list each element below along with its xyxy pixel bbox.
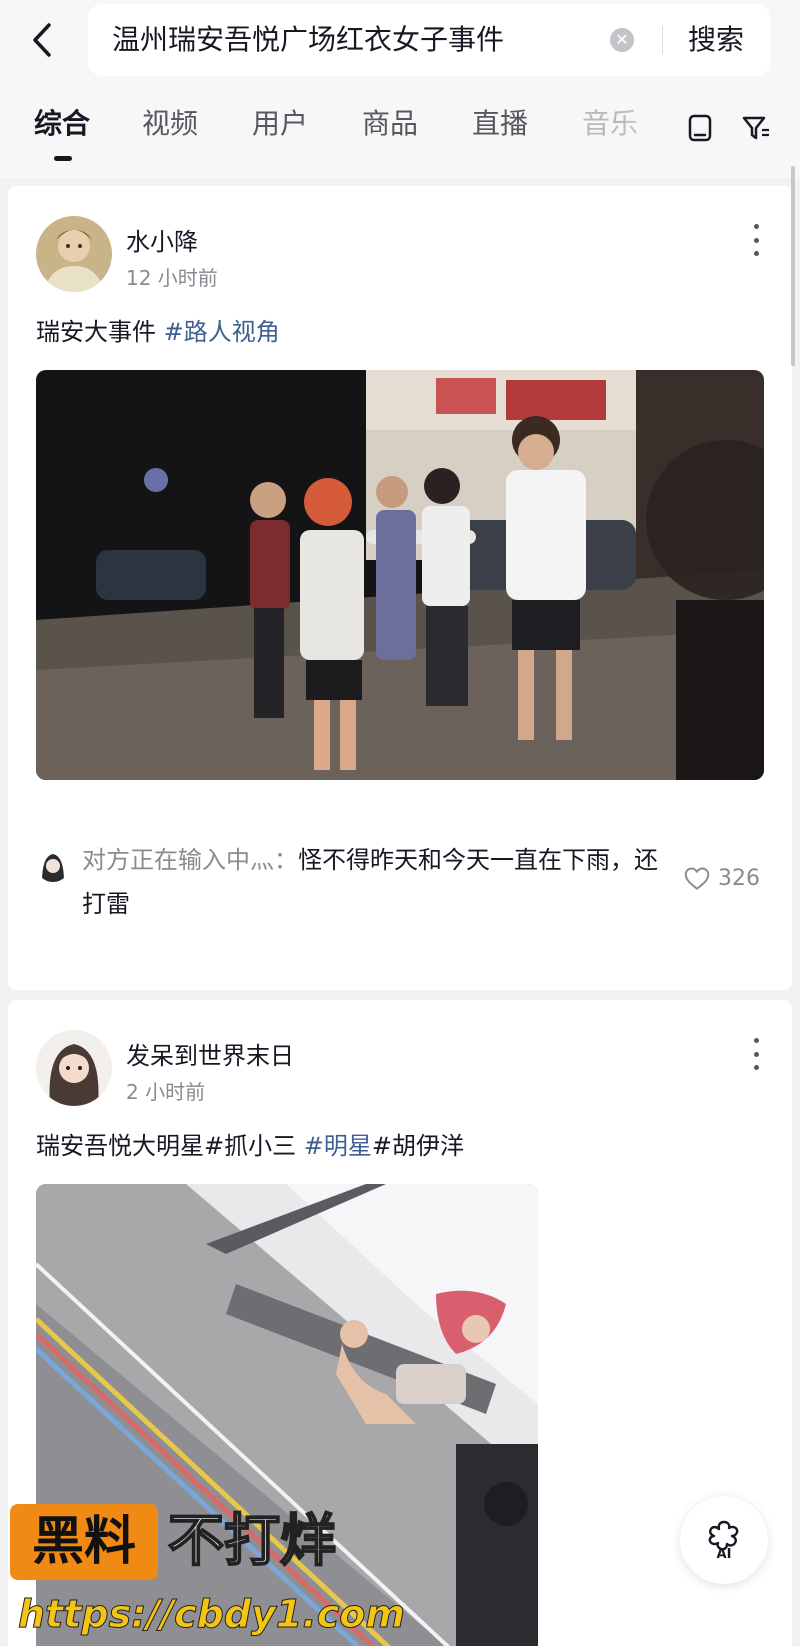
clear-icon[interactable]: ✕ [610, 28, 634, 52]
post-card[interactable]: 水小降 12 小时前 瑞安大事件 #路人视角 对方正在输入中灬：怪不得昨天和今天… [8, 186, 792, 990]
filter-icon[interactable] [736, 108, 776, 148]
search-tabs: 综合 视频 用户 商品 直播 音乐 [0, 88, 800, 178]
watermark-badge: 黑料 [10, 1504, 158, 1580]
ai-label: AI [716, 1546, 732, 1562]
avatar[interactable] [36, 216, 112, 292]
post-description: 瑞安大事件 #路人视角 [36, 312, 280, 347]
author-name[interactable]: 水小降 [126, 222, 198, 257]
active-tab-indicator [54, 156, 72, 161]
tab-live[interactable]: 直播 [472, 102, 528, 142]
comment-avatar[interactable] [36, 848, 70, 882]
more-vertical-icon[interactable] [750, 224, 762, 256]
search-divider [662, 26, 663, 54]
watermark: 黑料 不打烊 https://cbdy1.com [10, 1496, 405, 1646]
comment-author[interactable]: 对方正在输入中灬： [82, 846, 298, 874]
search-input[interactable]: 温州瑞安吾悦广场红衣女子事件 [112, 4, 504, 76]
description-text-tail: #胡伊洋 [371, 1132, 464, 1160]
comment-like-count: 326 [718, 866, 760, 891]
avatar[interactable] [36, 1030, 112, 1106]
more-vertical-icon[interactable] [750, 1038, 762, 1070]
scrollbar[interactable] [791, 166, 795, 366]
hashtag-link[interactable]: #路人视角 [164, 318, 280, 346]
ai-assistant-button[interactable]: AI [680, 1496, 768, 1584]
hashtag-link[interactable]: #明星 [304, 1132, 372, 1160]
author-name[interactable]: 发呆到世界末日 [126, 1036, 294, 1071]
heart-icon [684, 867, 710, 890]
watermark-url: https://cbdy1.com [18, 1592, 406, 1637]
tab-user[interactable]: 用户 [252, 102, 308, 142]
watermark-badge-text: 黑料 [31, 1512, 136, 1572]
tab-video[interactable]: 视频 [142, 102, 198, 142]
post-time: 12 小时前 [126, 266, 218, 290]
description-text: 瑞安吾悦大明星#抓小三 [36, 1132, 304, 1160]
back-button[interactable] [22, 18, 62, 62]
search-box[interactable]: 温州瑞安吾悦广场红衣女子事件 ✕ 搜索 [88, 4, 770, 76]
chevron-left-icon [33, 23, 51, 57]
tab-general[interactable]: 综合 [34, 102, 90, 142]
comment-like-button[interactable]: 326 [684, 866, 760, 891]
tab-product[interactable]: 商品 [362, 102, 418, 142]
tablet-icon[interactable] [680, 108, 720, 148]
top-comment[interactable]: 对方正在输入中灬：怪不得昨天和今天一直在下雨，还打雷 [82, 838, 662, 926]
description-text: 瑞安大事件 [36, 318, 164, 346]
post-description: 瑞安吾悦大明星#抓小三 #明星#胡伊洋 [36, 1126, 464, 1161]
tab-fade [620, 88, 680, 178]
post-video-thumbnail[interactable] [36, 370, 764, 780]
search-button[interactable]: 搜索 [688, 4, 744, 76]
top-bar: 温州瑞安吾悦广场红衣女子事件 ✕ 搜索 [0, 0, 800, 88]
watermark-text: 不打烊 [167, 1508, 337, 1575]
post-time: 2 小时前 [126, 1080, 206, 1104]
